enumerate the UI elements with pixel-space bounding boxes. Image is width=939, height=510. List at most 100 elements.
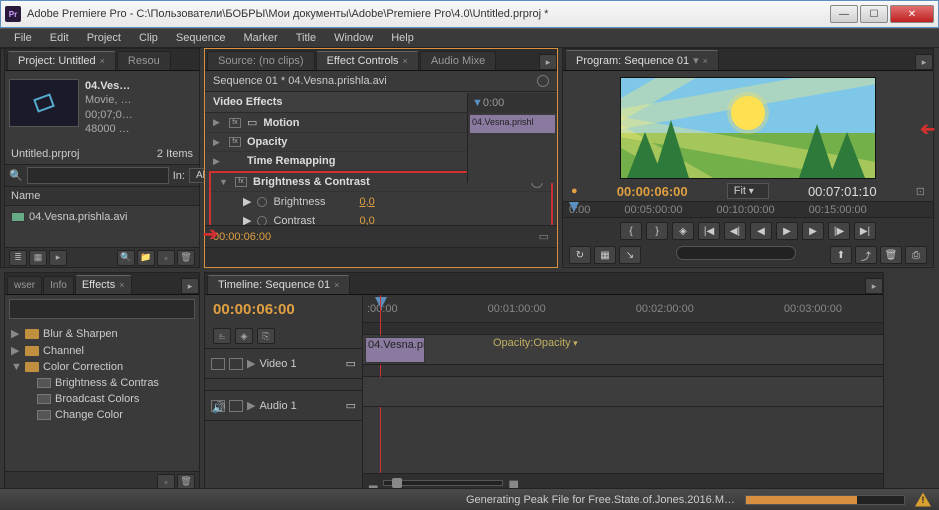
- list-view-button[interactable]: ≣: [9, 250, 27, 266]
- speaker-icon[interactable]: 🔊: [211, 400, 225, 412]
- menu-edit[interactable]: Edit: [42, 30, 77, 46]
- twirl-icon[interactable]: ▶: [213, 137, 223, 148]
- tab-browser[interactable]: wser: [7, 276, 42, 294]
- menu-title[interactable]: Title: [288, 30, 324, 46]
- ec-timecode[interactable]: 00:00:06:00: [213, 231, 271, 243]
- eye-icon[interactable]: [211, 358, 225, 370]
- twirl-icon[interactable]: ▶: [213, 156, 223, 167]
- zoom-slider[interactable]: [383, 480, 503, 486]
- tab-timeline[interactable]: Timeline: Sequence 01×: [207, 275, 350, 294]
- prev-frame-button[interactable]: ◀: [750, 222, 772, 240]
- track-options-icon[interactable]: ▭: [346, 399, 356, 412]
- brightness-value[interactable]: 0,0: [359, 196, 374, 208]
- effect-preset[interactable]: Broadcast Colors: [11, 391, 193, 407]
- effects-folder[interactable]: ▶Channel: [11, 342, 193, 359]
- extract-button[interactable]: ⤴: [855, 246, 877, 264]
- close-icon[interactable]: ×: [403, 56, 408, 66]
- close-icon[interactable]: ×: [334, 280, 339, 290]
- twirl-icon[interactable]: ▼: [11, 361, 21, 373]
- mark-in-button[interactable]: {: [620, 222, 642, 240]
- close-icon[interactable]: ×: [703, 56, 708, 66]
- effects-folder[interactable]: ▶Blur & Sharpen: [11, 325, 193, 342]
- step-fwd-button[interactable]: |▶: [828, 222, 850, 240]
- loop-button[interactable]: ↻: [569, 246, 591, 264]
- twirl-icon[interactable]: ▶: [243, 195, 251, 208]
- timeline-clip-video[interactable]: 04.Vesna.prishla.avi [V]: [365, 337, 425, 363]
- twirl-icon[interactable]: ▶: [11, 344, 21, 357]
- minimize-button[interactable]: ―: [830, 5, 858, 23]
- tab-effect-controls[interactable]: Effect Controls×: [316, 51, 419, 70]
- close-icon[interactable]: ×: [100, 56, 105, 66]
- export-frame-button[interactable]: ⎙: [905, 246, 927, 264]
- lock-icon[interactable]: [229, 400, 243, 412]
- timeline-tc[interactable]: 00:00:06:00: [205, 295, 362, 324]
- menu-file[interactable]: File: [6, 30, 40, 46]
- tab-resource[interactable]: Resou: [117, 51, 171, 70]
- menu-window[interactable]: Window: [326, 30, 381, 46]
- effect-preset[interactable]: Brightness & Contras: [11, 375, 193, 391]
- playhead-icon[interactable]: ▼: [472, 97, 483, 109]
- audio-track-header[interactable]: 🔊 ▶ Audio 1 ▭: [205, 391, 362, 421]
- tab-project[interactable]: Project: Untitled×: [7, 51, 116, 70]
- new-bin-button[interactable]: 📁: [137, 250, 155, 266]
- output-button[interactable]: ↘: [619, 246, 641, 264]
- close-icon[interactable]: ×: [119, 280, 124, 290]
- out-icon[interactable]: ⊡: [916, 185, 925, 198]
- snap-button[interactable]: ⎁: [213, 328, 231, 344]
- stopwatch-icon[interactable]: [257, 216, 267, 226]
- tab-effects[interactable]: Effects×: [75, 275, 132, 294]
- video-track-header[interactable]: ▶ Video 1 ▭: [205, 349, 362, 379]
- next-frame-button[interactable]: ▶: [802, 222, 824, 240]
- twirl-icon[interactable]: ▶: [11, 327, 21, 340]
- lift-button[interactable]: ⬆: [830, 246, 852, 264]
- warning-icon[interactable]: !: [915, 493, 931, 507]
- column-name[interactable]: Name: [5, 186, 199, 206]
- step-back-button[interactable]: ◀|: [724, 222, 746, 240]
- toggle-icon[interactable]: [537, 75, 549, 87]
- menu-project[interactable]: Project: [79, 30, 129, 46]
- menu-sequence[interactable]: Sequence: [168, 30, 234, 46]
- link-button[interactable]: ⎘: [257, 328, 275, 344]
- panel-menu-button[interactable]: ▸: [865, 278, 883, 294]
- clip-thumbnail[interactable]: [9, 79, 79, 127]
- maximize-button[interactable]: ☐: [860, 5, 888, 23]
- program-current-tc[interactable]: 00:00:06:00: [617, 184, 688, 199]
- go-in-button[interactable]: |◀: [698, 222, 720, 240]
- program-video-view[interactable]: [620, 77, 876, 179]
- menu-clip[interactable]: Clip: [131, 30, 166, 46]
- set-marker-button[interactable]: ◈: [672, 222, 694, 240]
- effect-preset[interactable]: Change Color: [11, 407, 193, 423]
- timeline-ruler[interactable]: :00:0000:01:00:0000:02:00:0000:03:00:000…: [363, 295, 883, 323]
- menu-marker[interactable]: Marker: [235, 30, 285, 46]
- effects-folder[interactable]: ▼Color Correction: [11, 359, 193, 375]
- icon-view-button[interactable]: ▦: [29, 250, 47, 266]
- close-button[interactable]: ✕: [890, 5, 934, 23]
- project-item[interactable]: 04.Vesna.prishla.avi: [7, 208, 197, 226]
- new-item-button[interactable]: ▫: [157, 250, 175, 266]
- go-out-button[interactable]: ▶|: [854, 222, 876, 240]
- trash-button[interactable]: 🗑: [880, 246, 902, 264]
- twirl-icon[interactable]: ▼: [219, 177, 229, 187]
- panel-menu-button[interactable]: ▸: [915, 54, 933, 70]
- play-button[interactable]: ▶: [776, 222, 798, 240]
- program-ruler[interactable]: 0:0000:05:00:0000:10:00:0000:15:00:00: [563, 201, 933, 217]
- twirl-icon[interactable]: ▶: [213, 117, 223, 128]
- panel-menu-button[interactable]: ▸: [539, 54, 557, 70]
- audio-track[interactable]: [363, 377, 883, 407]
- mark-out-button[interactable]: }: [646, 222, 668, 240]
- marker-button[interactable]: ◈: [235, 328, 253, 344]
- jog-shuttle[interactable]: [676, 246, 796, 260]
- search-icon[interactable]: 🔍: [9, 169, 23, 182]
- panel-menu-button[interactable]: ▸: [181, 278, 199, 294]
- zoom-fit-select[interactable]: Fit ▾: [727, 183, 769, 199]
- video-track[interactable]: 04.Vesna.prishla.avi [V] Opacity:Opacity…: [363, 335, 883, 365]
- zoom-icon[interactable]: ▭: [539, 230, 549, 243]
- tab-program[interactable]: Program: Sequence 01 ▾ ×: [565, 50, 719, 70]
- tab-info[interactable]: Info: [43, 276, 74, 294]
- lock-icon[interactable]: [229, 358, 243, 370]
- track-options-icon[interactable]: ▭: [346, 357, 356, 370]
- delete-button[interactable]: 🗑: [177, 250, 195, 266]
- stopwatch-icon[interactable]: [257, 197, 267, 207]
- tab-source[interactable]: Source: (no clips): [207, 51, 315, 70]
- work-area-bar[interactable]: [363, 323, 883, 335]
